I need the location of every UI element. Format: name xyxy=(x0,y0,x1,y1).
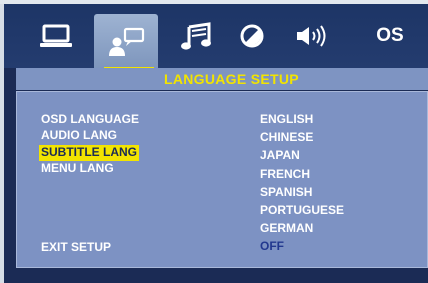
tab-video[interactable] xyxy=(220,4,284,68)
settings-panel: OSD LANGUAGE AUDIO LANG SUBTITLE LANG ME… xyxy=(16,91,428,268)
option-japan[interactable]: JAPAN xyxy=(260,146,344,164)
option-portuguese[interactable]: PORTUGUESE xyxy=(260,201,344,219)
contrast-icon xyxy=(240,24,264,48)
setup-window: OS LANGUAGE SETUP OSD LANGUAGE AUDIO LAN… xyxy=(4,4,428,283)
menu-item-audio-lang[interactable]: AUDIO LANG xyxy=(39,128,141,144)
menu-item-subtitle-lang[interactable]: SUBTITLE LANG xyxy=(39,145,139,161)
tab-language[interactable] xyxy=(94,14,158,70)
page-title: LANGUAGE SETUP xyxy=(164,71,299,87)
tab-os[interactable]: OS xyxy=(358,4,422,68)
menu-item-menu-lang[interactable]: MENU LANG xyxy=(39,161,141,177)
option-off[interactable]: OFF xyxy=(260,237,344,255)
monitor-icon xyxy=(40,24,72,47)
music-note-icon xyxy=(181,22,211,50)
language-icon xyxy=(109,27,145,56)
options-list: ENGLISH CHINESE JAPAN FRENCH SPANISH POR… xyxy=(260,110,344,256)
speaker-icon xyxy=(297,25,326,47)
tab-general[interactable] xyxy=(24,4,88,68)
option-french[interactable]: FRENCH xyxy=(260,165,344,183)
title-bar: LANGUAGE SETUP xyxy=(16,68,428,90)
bottom-strip xyxy=(16,268,428,283)
setup-tab-bar: OS xyxy=(4,4,428,70)
tab-audio[interactable] xyxy=(164,4,228,68)
tab-speaker[interactable] xyxy=(280,4,344,68)
menu-item-osd-language[interactable]: OSD LANGUAGE xyxy=(39,112,141,128)
menu-list: OSD LANGUAGE AUDIO LANG SUBTITLE LANG ME… xyxy=(39,112,141,177)
option-english[interactable]: ENGLISH xyxy=(260,110,344,128)
os-tab-label: OS xyxy=(376,25,404,46)
option-german[interactable]: GERMAN xyxy=(260,219,344,237)
option-chinese[interactable]: CHINESE xyxy=(260,128,344,146)
exit-setup-button[interactable]: EXIT SETUP xyxy=(41,240,111,254)
option-spanish[interactable]: SPANISH xyxy=(260,183,344,201)
